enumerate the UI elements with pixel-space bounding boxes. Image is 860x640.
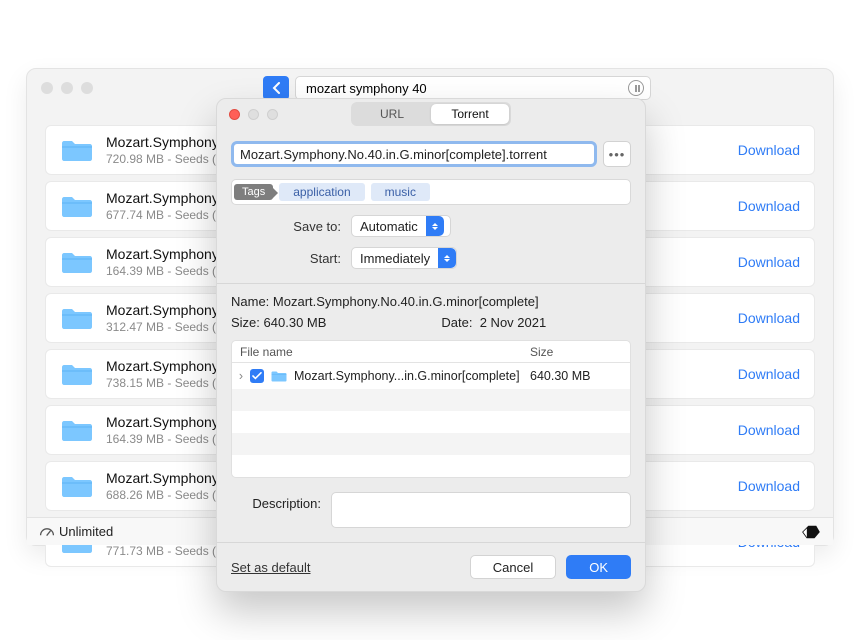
meta-date-value: 2 Nov 2021 [480, 315, 547, 330]
folder-icon [60, 248, 94, 276]
folder-icon [60, 472, 94, 500]
search-box[interactable] [295, 76, 651, 100]
save-to-select[interactable]: Automatic [351, 215, 451, 237]
expand-caret-icon[interactable]: › [232, 369, 250, 383]
chevron-left-icon [271, 82, 281, 94]
description-label: Description: [231, 492, 331, 528]
file-header-size[interactable]: Size [530, 341, 630, 362]
ok-button[interactable]: OK [566, 555, 631, 579]
description-input[interactable] [331, 492, 631, 528]
meta-size-value: 640.30 MB [264, 315, 327, 330]
source-segmented-control[interactable]: URL Torrent [351, 102, 511, 126]
folder-icon [60, 136, 94, 164]
folder-icon [60, 192, 94, 220]
minimize-window-button [248, 109, 259, 120]
folder-icon [60, 304, 94, 332]
start-label: Start: [231, 251, 351, 266]
nav-back-button[interactable] [263, 76, 289, 100]
save-to-value: Automatic [360, 219, 418, 234]
chevron-updown-icon [426, 216, 444, 236]
tag-application[interactable]: application [279, 183, 364, 201]
window-traffic-lights[interactable] [41, 82, 93, 94]
chevron-updown-icon [438, 248, 456, 268]
file-name: Mozart.Symphony...in.G.minor[complete] [294, 369, 520, 383]
meta-name-value: Mozart.Symphony.No.40.in.G.minor[complet… [273, 294, 539, 309]
tag-music[interactable]: music [371, 183, 430, 201]
file-size: 640.30 MB [530, 369, 590, 383]
tab-url[interactable]: URL [353, 104, 431, 124]
pause-search-icon[interactable] [628, 80, 644, 96]
folder-icon [60, 416, 94, 444]
download-link[interactable]: Download [738, 198, 800, 214]
file-row[interactable]: › Mozart.Symphony...in.G.minor[complete]… [232, 363, 630, 389]
add-torrent-sheet: URL Torrent Mozart.Symphony.No.40.in.G.m… [216, 98, 646, 592]
file-checkbox[interactable] [250, 369, 264, 383]
save-to-label: Save to: [231, 219, 351, 234]
meta-size-key: Size: [231, 315, 260, 330]
cancel-button[interactable]: Cancel [470, 555, 556, 579]
folder-icon [60, 360, 94, 388]
set-default-link[interactable]: Set as default [231, 560, 311, 575]
download-link[interactable]: Download [738, 422, 800, 438]
meta-date-key: Date: [441, 315, 472, 330]
footer-status-label: Unlimited [59, 524, 113, 539]
meta-name-key: Name: [231, 294, 269, 309]
download-link[interactable]: Download [738, 142, 800, 158]
start-value: Immediately [360, 251, 430, 266]
gauge-icon [39, 524, 55, 540]
tags-label: Tags [234, 184, 273, 200]
browse-button[interactable]: ••• [603, 141, 631, 167]
download-link[interactable]: Download [738, 254, 800, 270]
tags-field[interactable]: Tags application music [231, 179, 631, 205]
download-link[interactable]: Download [738, 478, 800, 494]
download-link[interactable]: Download [738, 366, 800, 382]
tab-torrent[interactable]: Torrent [431, 104, 509, 124]
torrent-path-value: Mozart.Symphony.No.40.in.G.minor[complet… [240, 147, 547, 162]
close-window-button[interactable] [229, 109, 240, 120]
search-input[interactable] [304, 80, 642, 97]
file-list: File name Size › Mozart.Symphony...in.G.… [231, 340, 631, 478]
eraser-icon[interactable] [801, 524, 821, 540]
sheet-traffic-lights[interactable] [229, 109, 278, 120]
torrent-meta: Name: Mozart.Symphony.No.40.in.G.minor[c… [231, 294, 631, 330]
file-header-name[interactable]: File name [232, 341, 530, 362]
download-link[interactable]: Download [738, 310, 800, 326]
zoom-window-button [267, 109, 278, 120]
folder-icon [270, 369, 288, 383]
torrent-path-input[interactable]: Mozart.Symphony.No.40.in.G.minor[complet… [231, 141, 597, 167]
sheet-header: URL Torrent [217, 99, 645, 129]
start-select[interactable]: Immediately [351, 247, 457, 269]
